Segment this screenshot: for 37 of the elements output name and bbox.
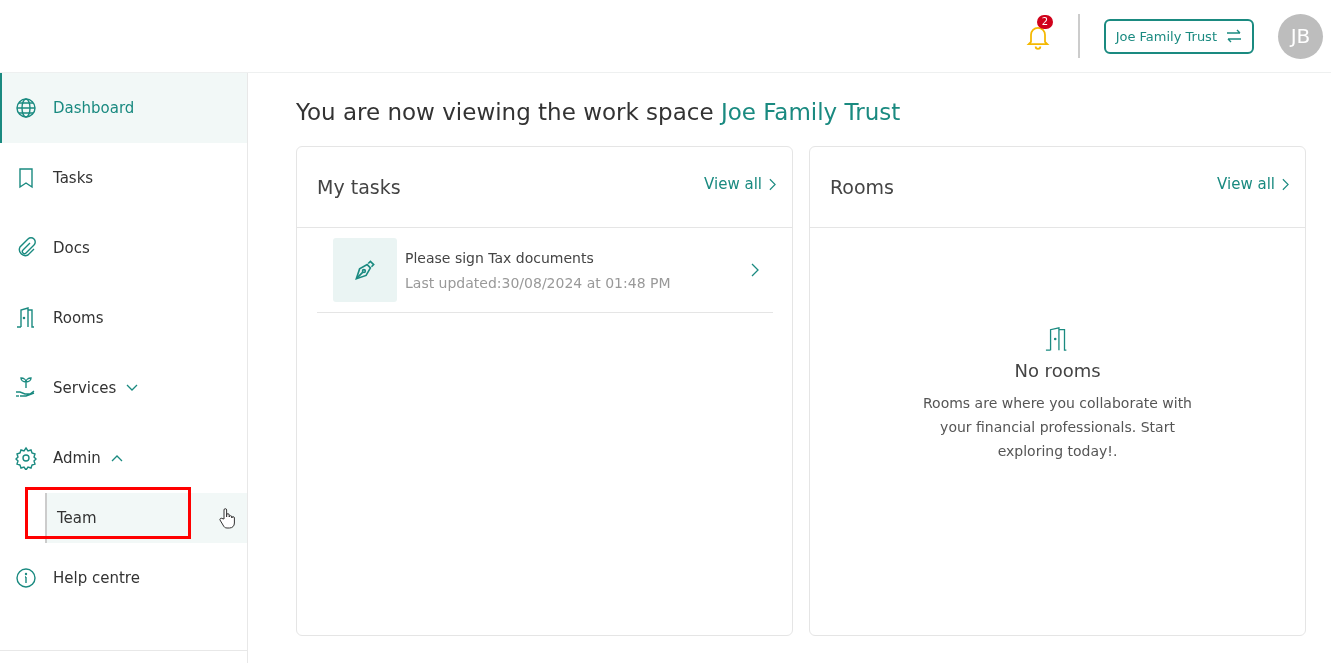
view-all-link[interactable]: View all xyxy=(704,175,776,193)
notification-count: 2 xyxy=(1036,15,1053,29)
view-all-link[interactable]: View all xyxy=(1217,175,1289,193)
sidebar-item[interactable]: Services xyxy=(0,353,247,423)
task-row[interactable]: Please sign Tax documents Last updated:30/08/2024 at 01:48 PM xyxy=(317,238,773,313)
empty-state-text: Rooms are where you collaborate with your financial professionals. Start exploring today!. xyxy=(922,394,1193,461)
globe-icon xyxy=(14,96,38,120)
sidebar-label: Docs xyxy=(53,239,90,257)
pen-nib-icon xyxy=(333,238,397,302)
sidebar-label: Help centre xyxy=(53,569,140,587)
sidebar-item[interactable]: Help centre xyxy=(0,543,247,613)
task-updated-time: Last updated:30/08/2024 at 01:48 PM xyxy=(405,274,672,291)
settings-icon xyxy=(14,446,38,470)
chevron-right-icon xyxy=(769,177,776,191)
sidebar-item[interactable]: Dashboard xyxy=(0,73,247,143)
empty-state-title: No rooms xyxy=(1014,360,1101,381)
card-title: Rooms xyxy=(830,176,894,198)
chevron-right-icon xyxy=(751,263,759,277)
sidebar-label: Admin xyxy=(53,449,101,467)
sidebar-item[interactable]: Rooms xyxy=(0,283,247,353)
sidebar-item[interactable]: Admin xyxy=(0,423,247,493)
task-title: Please sign Tax documents xyxy=(405,249,595,266)
info-icon xyxy=(14,566,38,590)
sidebar-item[interactable]: Docs xyxy=(0,213,247,283)
workspace-switch-button[interactable]: Joe Family Trust xyxy=(1103,18,1254,54)
swap-arrows-icon xyxy=(1226,29,1242,43)
page-heading: You are now viewing the work space Joe Family Trust xyxy=(296,99,902,125)
hand-cursor-icon xyxy=(219,507,235,529)
sidebar-label: Tasks xyxy=(53,169,94,187)
sidebar-label: Dashboard xyxy=(53,99,135,117)
chevron-right-icon xyxy=(1282,177,1289,191)
sidebar-label: Services xyxy=(53,379,117,397)
notifications-bell-button[interactable]: 2 xyxy=(1023,14,1060,50)
sidebar-item[interactable]: Tasks xyxy=(0,143,247,213)
card-title: My tasks xyxy=(317,176,401,198)
sidebar-label: Rooms xyxy=(53,309,104,327)
submenu-item[interactable]: Team xyxy=(45,493,197,543)
